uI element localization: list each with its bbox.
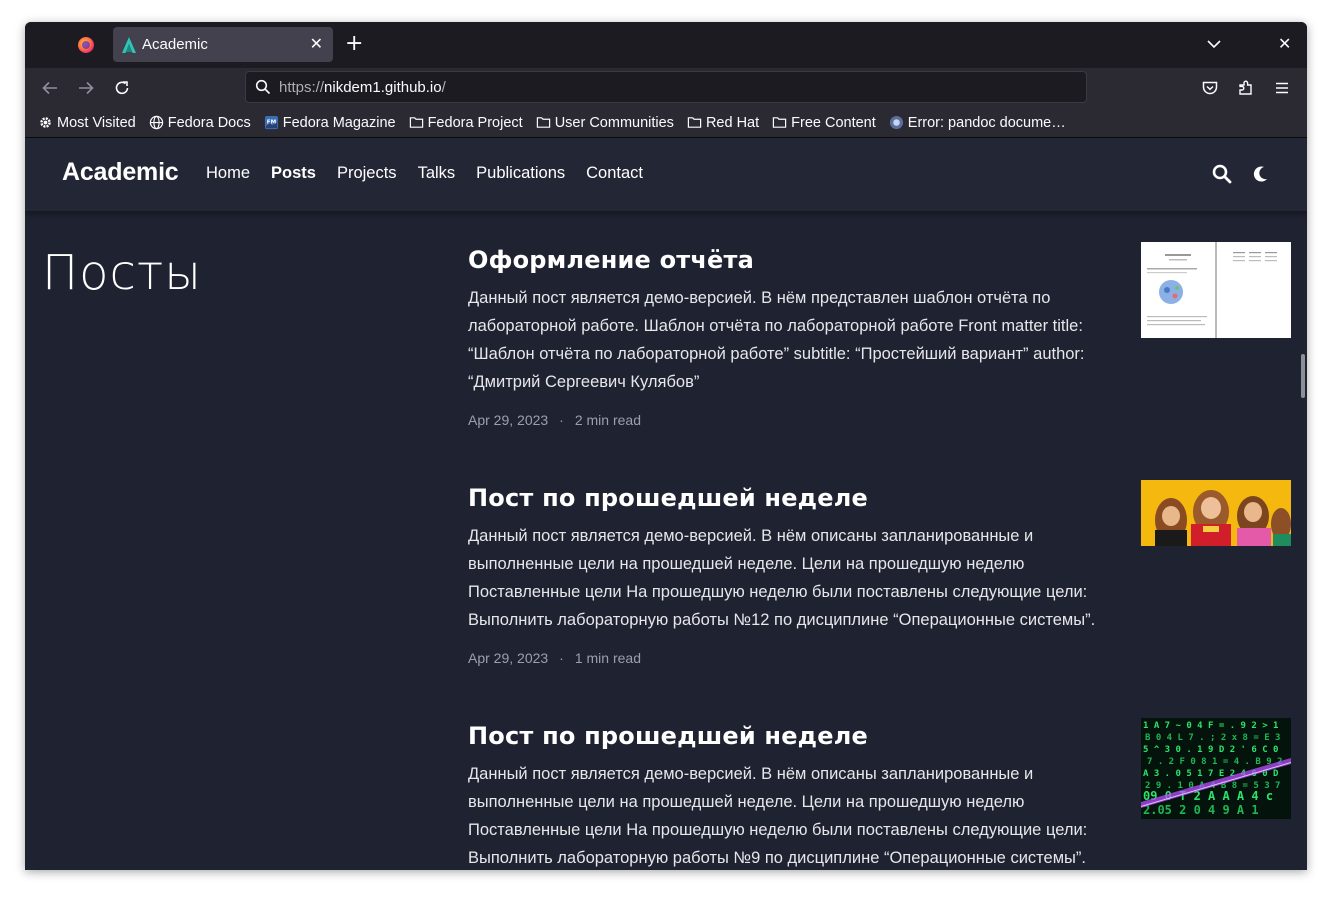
url-text[interactable]: https://nikdem1.github.io/: [279, 79, 446, 96]
bookmarks-toolbar: Most Visited Fedora Docs FM Fedora Magaz…: [25, 108, 1307, 138]
folder-icon: [687, 117, 702, 128]
bookmark-label: Fedora Docs: [167, 114, 251, 131]
post-meta: Apr 29, 2023 · 2 min read: [468, 412, 641, 428]
post-thumbnail-code[interactable]: 1 A 7 ~ 0 4 F = . 9 2 > 1 B 0 4 L 7 . ; …: [1141, 718, 1291, 819]
post-date: Apr 29, 2023: [468, 650, 549, 666]
bookmark-fedora-docs[interactable]: Fedora Docs: [149, 115, 251, 131]
tab-title: Academic: [142, 36, 208, 53]
browser-window: Academic ✕ + ✕ https://nikdem1.github.io…: [25, 22, 1307, 870]
back-arrow-icon[interactable]: [40, 78, 60, 98]
post-summary: Данный пост является демо-версией. В нём…: [468, 765, 1088, 867]
reload-icon[interactable]: [112, 78, 132, 98]
url-bar[interactable]: https://nikdem1.github.io/: [245, 71, 1087, 103]
post-meta: Apr 29, 2023 · 1 min read: [468, 650, 641, 666]
post-thumbnail-chipmunks[interactable]: [1141, 480, 1291, 546]
globe-icon: [149, 115, 163, 130]
post-item: Пост по прошедшей неделе Данный пост явл…: [468, 722, 1118, 870]
window-close-icon[interactable]: ✕: [1278, 34, 1291, 53]
folder-icon: [772, 117, 787, 128]
post-item: Оформление отчёта Данный пост является д…: [468, 246, 1118, 428]
post-title[interactable]: Пост по прошедшей неделе: [468, 484, 1118, 512]
url-scheme: https://: [279, 79, 325, 96]
new-tab-plus-icon[interactable]: +: [345, 33, 363, 55]
nav-toolbar: https://nikdem1.github.io/: [25, 68, 1307, 108]
folder-icon: [409, 117, 423, 128]
post-date: Apr 29, 2023: [468, 412, 549, 428]
firefox-logo-icon[interactable]: [78, 37, 94, 53]
page-title: Посты: [42, 245, 202, 301]
post-title[interactable]: Пост по прошедшей неделе: [468, 722, 1118, 750]
svg-text:B 0 4 L 7 . ; 2 x 8 = E 3: B 0 4 L 7 . ; 2 x 8 = E 3: [1145, 733, 1280, 743]
menu-item-talks[interactable]: Talks: [418, 164, 456, 183]
forward-arrow-icon[interactable]: [76, 78, 96, 98]
tab-active[interactable]: Academic ✕: [113, 27, 333, 62]
search-icon[interactable]: [1212, 164, 1232, 184]
svg-text:5 ^ 3 0 . 1 9 D 2 ' 6 C 0: 5 ^ 3 0 . 1 9 D 2 ' 6 C 0: [1143, 745, 1278, 755]
report-document-thumbnail: [1141, 242, 1291, 338]
svg-text:1 A 7 ~ 0 4 F = . 9 2 > 1: 1 A 7 ~ 0 4 F = . 9 2 > 1: [1143, 721, 1278, 731]
academic-favicon-icon: [122, 37, 136, 53]
bookmark-folder-red-hat[interactable]: Red Hat: [687, 115, 759, 131]
pandoc-page-icon: [889, 115, 903, 130]
post-title[interactable]: Оформление отчёта: [468, 246, 1118, 274]
post-thumbnail-report[interactable]: [1141, 242, 1291, 338]
menu-item-projects[interactable]: Projects: [337, 164, 397, 183]
bookmark-label: Most Visited: [57, 114, 136, 131]
search-icon: [255, 79, 271, 95]
dark-mode-moon-icon[interactable]: [1250, 164, 1270, 184]
tab-strip: Academic ✕ + ✕: [25, 22, 1307, 68]
svg-text:2.05 2 0 4 9 A 1: 2.05 2 0 4 9 A 1: [1143, 803, 1259, 817]
menu-hamburger-icon[interactable]: [1272, 78, 1292, 98]
post-read-time: 1 min read: [574, 650, 641, 666]
menu-item-publications[interactable]: Publications: [476, 164, 565, 183]
post-summary: Данный пост является демо-версией. В нём…: [468, 527, 1096, 629]
bookmark-label: Free Content: [791, 114, 876, 131]
gear-icon: [40, 117, 51, 128]
bookmark-label: Error: pandoc docume…: [907, 114, 1066, 131]
svg-text:7 . 2 F 0 8 1 = 4 . B 9 2: 7 . 2 F 0 8 1 = 4 . B 9 2: [1147, 757, 1282, 767]
tab-close-icon[interactable]: ✕: [310, 34, 323, 53]
bookmark-label: Red Hat: [705, 114, 760, 131]
page-scrollbar-thumb[interactable]: [1301, 354, 1305, 398]
menu-item-contact[interactable]: Contact: [586, 164, 643, 183]
bookmark-folder-fedora-project[interactable]: Fedora Project: [409, 115, 523, 131]
post-read-time: 2 min read: [574, 412, 641, 428]
extensions-puzzle-icon[interactable]: [1236, 78, 1256, 98]
url-host: nikdem1.github.io: [324, 79, 442, 96]
folder-icon: [536, 117, 550, 128]
site-menu: Home Posts Projects Talks Publications C…: [206, 164, 664, 183]
post-summary: Данный пост является демо-версией. В нём…: [468, 289, 1085, 391]
menu-item-posts[interactable]: Posts: [271, 164, 316, 183]
bookmark-most-visited[interactable]: Most Visited: [38, 115, 136, 131]
site-brand[interactable]: Academic: [62, 158, 179, 187]
pocket-icon[interactable]: [1200, 78, 1220, 98]
bookmark-pandoc-error[interactable]: Error: pandoc docume…: [889, 115, 1066, 131]
fedora-magazine-icon: FM: [264, 115, 278, 130]
menu-item-home[interactable]: Home: [206, 164, 250, 183]
post-item: Пост по прошедшей неделе Данный пост явл…: [468, 484, 1118, 666]
bookmark-label: Fedora Project: [427, 114, 523, 131]
bookmark-folder-user-communities[interactable]: User Communities: [536, 115, 674, 131]
web-page: Academic Home Posts Projects Talks Publi…: [25, 138, 1307, 870]
bookmark-label: User Communities: [554, 114, 674, 131]
site-navbar: Academic Home Posts Projects Talks Publi…: [25, 138, 1307, 211]
chipmunks-thumbnail: [1141, 480, 1291, 546]
url-path: /: [441, 79, 446, 96]
bookmark-folder-free-content[interactable]: Free Content: [772, 115, 876, 131]
tab-list-chevron-down-icon[interactable]: [1205, 35, 1223, 53]
bookmark-fedora-magazine[interactable]: FM Fedora Magazine: [264, 115, 396, 131]
bookmark-label: Fedora Magazine: [282, 114, 396, 131]
green-code-matrix-thumbnail: 1 A 7 ~ 0 4 F = . 9 2 > 1 B 0 4 L 7 . ; …: [1141, 718, 1291, 819]
